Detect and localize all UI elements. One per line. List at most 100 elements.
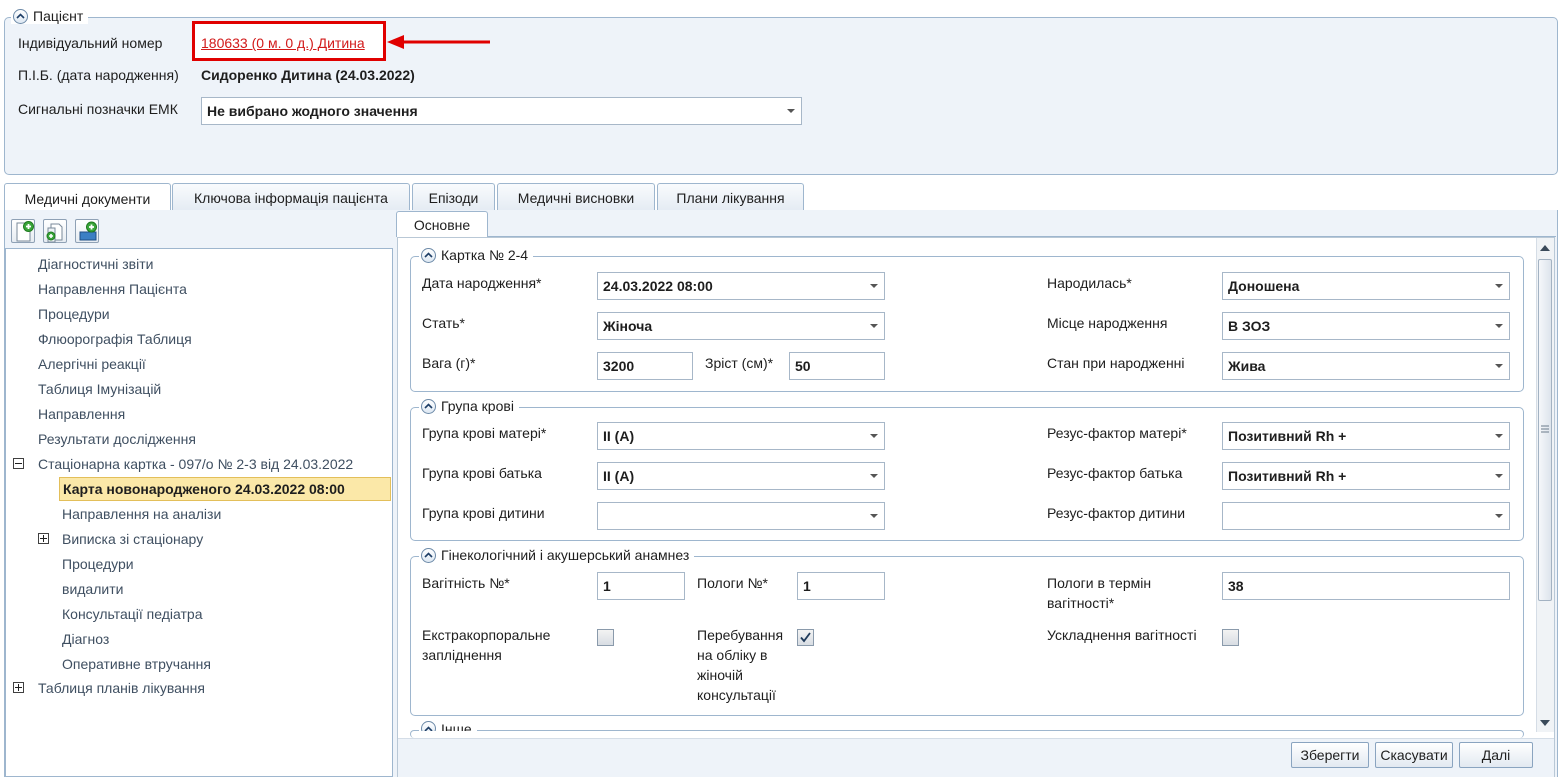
tree-item-research-results[interactable]: Результати дослідження	[38, 429, 196, 449]
tab-label: Ключова інформація пацієнта	[194, 189, 388, 206]
mother-group-label: Група крові матері*	[422, 425, 547, 441]
collapse-icon[interactable]	[421, 721, 436, 731]
pregnancy-label: Вагітність №*	[422, 575, 510, 591]
chevron-down-icon[interactable]	[1495, 284, 1503, 288]
birth-date-field[interactable]: 24.03.2022 08:00	[597, 272, 885, 300]
collapse-icon[interactable]	[421, 398, 436, 414]
tree-item-diagnosis[interactable]: Діагноз	[62, 629, 109, 649]
card-legend[interactable]: Картка № 2-4	[419, 247, 534, 263]
child-rh-label: Резус-фактор дитини	[1047, 505, 1186, 521]
tree-item-analysis-referral[interactable]: Направлення на аналізи	[62, 504, 221, 524]
patient-name-label: П.І.Б. (дата народження)	[18, 67, 179, 83]
tree-item-surgery[interactable]: Оперативне втручання	[62, 654, 211, 674]
chevron-down-icon[interactable]	[870, 284, 878, 288]
tree-item-delete[interactable]: видалити	[62, 579, 123, 599]
chevron-down-icon[interactable]	[870, 434, 878, 438]
tree-item-immunizations[interactable]: Таблиця Імунізацій	[38, 379, 161, 399]
cancel-button-label: Скасувати	[1380, 747, 1448, 763]
chevron-down-icon[interactable]	[870, 474, 878, 478]
labor-input[interactable]: 1	[797, 572, 885, 600]
collapse-icon[interactable]	[421, 547, 436, 563]
tab-key-info[interactable]: Ключова інформація пацієнта	[172, 183, 410, 211]
add-record-icon[interactable]	[75, 219, 99, 243]
patient-name-value: Сидоренко Дитина (24.03.2022)	[201, 67, 415, 83]
tab-treatment-plans[interactable]: Плани лікування	[657, 183, 804, 211]
father-group-combo[interactable]: II (A)	[597, 462, 885, 490]
tree-item-pediatrician[interactable]: Консультації педіатра	[62, 604, 203, 624]
tree-expand-icon[interactable]	[38, 533, 49, 544]
eco-checkbox[interactable]	[597, 629, 614, 646]
patient-id-link[interactable]: 180633 (0 м. 0 д.) Дитина	[201, 33, 365, 53]
tab-main[interactable]: Основне	[396, 211, 488, 237]
blood-legend[interactable]: Група крові	[419, 398, 519, 414]
state-label: Стан при народженні	[1047, 355, 1185, 371]
father-rh-combo[interactable]: Позитивний Rh +	[1222, 462, 1510, 490]
child-group-combo[interactable]	[597, 502, 885, 530]
tree-item-diagnostic-reports[interactable]: Діагностичні звіти	[38, 254, 153, 274]
chevron-down-icon[interactable]	[870, 514, 878, 518]
tab-label: Епізоди	[428, 189, 479, 206]
state-combo[interactable]: Жива	[1222, 352, 1510, 380]
tree-item-allergies[interactable]: Алергічні реакції	[38, 354, 146, 374]
chevron-down-icon[interactable]	[1495, 324, 1503, 328]
place-combo[interactable]: В ЗОЗ	[1222, 312, 1510, 340]
chevron-down-icon[interactable]	[1495, 434, 1503, 438]
patient-legend[interactable]: Пацієнт	[11, 8, 89, 24]
tree-item-referrals[interactable]: Направлення	[38, 404, 125, 424]
registered-label: Перебування на обліку в жіночій консульт…	[697, 627, 784, 703]
height-input[interactable]: 50	[789, 352, 885, 380]
patient-legend-label: Пацієнт	[33, 8, 84, 24]
tree-item-newborn-card[interactable]: Карта новонародженого 24.03.2022 08:00	[63, 479, 345, 499]
save-button[interactable]: Зберегти	[1291, 742, 1369, 768]
eco-label: Екстракорпоральне запліднення	[422, 627, 551, 663]
place-value: В ЗОЗ	[1228, 318, 1271, 334]
cancel-button[interactable]: Скасувати	[1375, 742, 1453, 768]
tree-item-inpatient-card[interactable]: Стаціонарна картка - 097/о № 2-3 від 24.…	[38, 454, 353, 474]
chevron-down-icon[interactable]	[787, 109, 795, 113]
save-button-label: Зберегти	[1300, 747, 1360, 763]
scroll-down-icon[interactable]	[1537, 716, 1553, 730]
tab-episodes[interactable]: Епізоди	[412, 183, 495, 211]
born-value: Доношена	[1228, 278, 1300, 294]
mother-group-value: II (A)	[603, 428, 635, 444]
tree-item-procedures-sub[interactable]: Процедури	[62, 554, 134, 574]
next-button[interactable]: Далі	[1459, 742, 1533, 768]
term-value: 38	[1228, 578, 1244, 594]
signals-combo[interactable]: Не вибрано жодного значення	[201, 97, 802, 125]
complications-checkbox[interactable]	[1222, 629, 1239, 646]
chevron-down-icon[interactable]	[870, 324, 878, 328]
pregnancy-input[interactable]: 1	[597, 572, 685, 600]
chevron-down-icon[interactable]	[1495, 474, 1503, 478]
collapse-icon[interactable]	[421, 247, 436, 263]
mother-group-combo[interactable]: II (A)	[597, 422, 885, 450]
term-input[interactable]: 38	[1222, 572, 1510, 600]
tree-item-fluorography[interactable]: Флюорографія Таблиця	[38, 329, 192, 349]
copy-document-icon[interactable]	[43, 219, 67, 243]
tree-item-procedures[interactable]: Процедури	[38, 304, 110, 324]
state-value: Жива	[1228, 358, 1266, 374]
sex-value: Жіноча	[603, 318, 653, 334]
other-legend[interactable]: Інше	[419, 721, 477, 731]
labor-value: 1	[803, 578, 811, 594]
tab-label: Основне	[413, 216, 471, 233]
sex-combo[interactable]: Жіноча	[597, 312, 885, 340]
registered-checkbox[interactable]	[797, 629, 814, 646]
weight-input[interactable]: 3200	[597, 352, 693, 380]
scroll-up-icon[interactable]	[1537, 241, 1553, 255]
tree-collapse-icon[interactable]	[13, 458, 24, 469]
chevron-down-icon[interactable]	[1495, 364, 1503, 368]
chevron-down-icon[interactable]	[1495, 514, 1503, 518]
mother-rh-combo[interactable]: Позитивний Rh +	[1222, 422, 1510, 450]
tree-item-patient-referral[interactable]: Направлення Пацієнта	[38, 279, 187, 299]
new-document-icon[interactable]	[11, 219, 35, 243]
tab-conclusions[interactable]: Медичні висновки	[497, 183, 655, 211]
anamnesis-legend[interactable]: Гінекологічний і акушерський анамнез	[419, 547, 695, 563]
born-combo[interactable]: Доношена	[1222, 272, 1510, 300]
child-rh-combo[interactable]	[1222, 502, 1510, 530]
collapse-icon[interactable]	[13, 8, 28, 24]
tree-item-discharge[interactable]: Виписка зі стаціонару	[62, 529, 203, 549]
blood-legend-label: Група крові	[441, 398, 514, 414]
tree-expand-icon[interactable]	[13, 682, 24, 693]
birth-date-value: 24.03.2022 08:00	[603, 278, 713, 294]
tree-item-treatment-plans[interactable]: Таблиця планів лікування	[38, 678, 205, 698]
